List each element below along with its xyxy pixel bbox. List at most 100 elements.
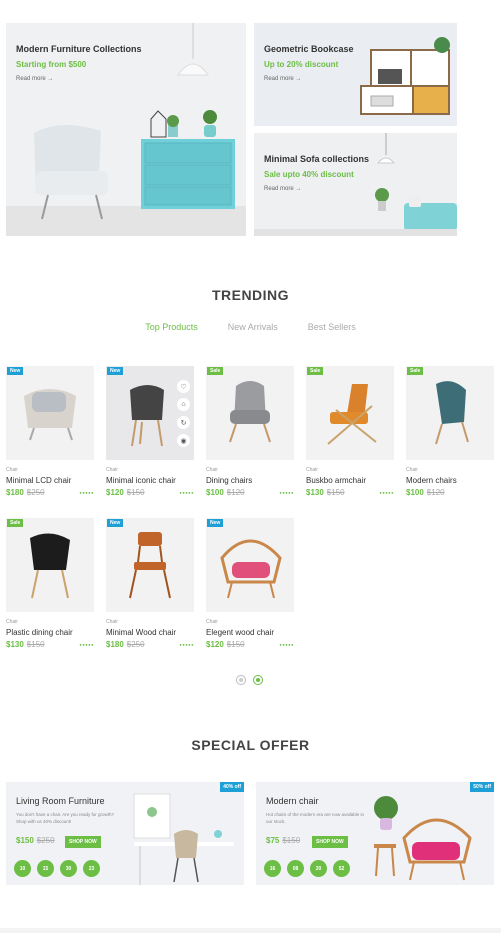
product-category: Chair — [206, 467, 218, 473]
product-price: $180 $250 ●●●●● — [106, 640, 196, 649]
product-category: Chair — [106, 467, 118, 473]
product-card[interactable]: New Chair Minimal LCD chair $180 $250 ●●… — [6, 366, 96, 497]
product-card[interactable]: Sale Chair Buskbo armchair $130 $150 ●●●… — [306, 366, 396, 497]
product-card[interactable]: Sale Chair Plastic dining chair $130 $15… — [6, 518, 96, 649]
banner-modern-furniture[interactable]: Modern Furniture Collections Starting fr… — [6, 23, 246, 236]
product-category: Chair — [106, 619, 118, 625]
price-current: $120 — [206, 640, 224, 649]
product-price: $120 $150 ●●●●● — [106, 488, 196, 497]
price-current: $75 — [266, 836, 280, 845]
product-price: $130 $150 ●●●●● — [6, 640, 96, 649]
timer-days: 10 — [14, 860, 31, 877]
product-image[interactable]: Sale — [306, 366, 394, 460]
timer-minutes: 30 — [60, 860, 77, 877]
product-name[interactable]: Minimal Wood chair — [106, 628, 196, 637]
wingback-chair-icon — [229, 381, 271, 443]
price-old: $120 — [426, 488, 445, 497]
offer-price: $75 $150 — [266, 836, 300, 845]
product-name[interactable]: Elegent wood chair — [206, 628, 296, 637]
product-card[interactable]: New Chair Elegent wood chair $120 $150 ●… — [206, 518, 296, 649]
new-badge: New — [7, 367, 24, 375]
product-card[interactable]: Sale Chair Modern chairs $100 $120 — [406, 366, 496, 497]
timer-seconds: 23 — [83, 860, 100, 877]
product-price: $120 $150 ●●●●● — [206, 640, 296, 649]
new-badge: New — [107, 519, 124, 527]
tab-top-products[interactable]: Top Products — [145, 322, 198, 332]
bookcase-illustration — [360, 37, 450, 115]
product-category: Chair — [6, 619, 18, 625]
price-current: $180 — [106, 640, 124, 649]
rating-stars-icon: ●●●●● — [179, 642, 194, 647]
rating-stars-icon: ●●●●● — [379, 490, 394, 495]
product-category: Chair — [406, 467, 418, 473]
price-current: $130 — [6, 640, 24, 649]
carousel-dot-active[interactable] — [253, 675, 263, 685]
compare-refresh-icon[interactable]: ↻ — [177, 416, 190, 429]
rating-stars-icon: ●●●●● — [79, 642, 94, 647]
sale-badge: Sale — [207, 367, 224, 375]
offer-card[interactable]: 40% off Living Room Furniture You don't … — [6, 782, 244, 885]
product-name[interactable]: Modern chairs — [406, 476, 496, 485]
price-current: $150 — [16, 836, 34, 845]
tab-best-sellers[interactable]: Best Sellers — [308, 322, 356, 332]
rating-stars-icon: ●●●●● — [279, 642, 294, 647]
carousel-pagination — [236, 675, 263, 685]
rating-stars-icon: ●●●●● — [279, 490, 294, 495]
product-image[interactable]: Sale — [406, 366, 494, 460]
price-current: $180 — [6, 488, 24, 497]
banner-geometric-bookcase[interactable]: Geometric Bookcase Up to 20% discount Re… — [254, 23, 457, 126]
product-name[interactable]: Buskbo armchair — [306, 476, 396, 485]
timer-days: 16 — [264, 860, 281, 877]
cart-icon[interactable]: ⌂ — [177, 398, 190, 411]
timer-hours: 15 — [37, 860, 54, 877]
price-old: $250 — [126, 640, 145, 649]
wishlist-heart-icon[interactable]: ♡ — [177, 380, 190, 393]
carousel-dot[interactable] — [236, 675, 246, 685]
rating-stars-icon: ●●●●● — [179, 490, 194, 495]
product-category: Chair — [306, 467, 318, 473]
trending-tabs: Top Products New Arrivals Best Sellers — [0, 322, 501, 332]
armchair-icon — [327, 384, 377, 445]
wood-chair-icon — [129, 532, 171, 599]
product-image[interactable]: New — [6, 366, 94, 460]
new-badge: New — [107, 367, 124, 375]
offer-description: Hot chairs of the modern era are now ava… — [266, 812, 365, 824]
sofa-illustration — [254, 133, 457, 236]
offer-card[interactable]: 50% off Modern chair Hot chairs of the m… — [256, 782, 494, 885]
product-name[interactable]: Minimal iconic chair — [106, 476, 196, 485]
product-card[interactable]: New Chair Minimal Wood chair $180 $250 ●… — [106, 518, 196, 649]
product-quick-actions: ♡ ⌂ ↻ ◉ — [177, 380, 190, 447]
price-old: $150 — [126, 488, 145, 497]
armchair-and-cabinet-illustration — [6, 23, 246, 236]
tab-new-arrivals[interactable]: New Arrivals — [228, 322, 278, 332]
product-image[interactable]: New — [106, 518, 194, 612]
price-old: $250 — [36, 836, 55, 845]
product-image[interactable]: Sale — [206, 366, 294, 460]
discount-badge: 40% off — [220, 782, 244, 792]
special-offer-title: SPECIAL OFFER — [191, 737, 310, 753]
quick-view-eye-icon[interactable]: ◉ — [177, 434, 190, 447]
shop-now-button[interactable]: SHOP NOW — [65, 836, 101, 848]
product-price: $180 $250 ●●●●● — [6, 488, 96, 497]
product-image[interactable]: Sale — [6, 518, 94, 612]
countdown-timer: 10 15 30 23 — [14, 860, 100, 877]
product-image[interactable]: New ♡ ⌂ ↻ ◉ — [106, 366, 194, 460]
product-name[interactable]: Dining chairs — [206, 476, 296, 485]
timer-minutes: 20 — [310, 860, 327, 877]
shop-now-button[interactable]: SHOP NOW — [312, 836, 348, 848]
product-category: Chair — [6, 467, 18, 473]
footer-divider — [0, 928, 501, 933]
banner-minimal-sofa[interactable]: Minimal Sofa collections Sale upto 40% d… — [254, 133, 457, 236]
price-old: $150 — [326, 488, 345, 497]
product-name[interactable]: Minimal LCD chair — [6, 476, 96, 485]
product-price: $100 $120 — [406, 488, 496, 497]
product-name[interactable]: Plastic dining chair — [6, 628, 96, 637]
price-current: $100 — [206, 488, 224, 497]
offer-description: You don't have a chair. Are you ready fo… — [16, 812, 115, 824]
product-image[interactable]: New — [206, 518, 294, 612]
trending-title: TRENDING — [211, 287, 290, 303]
sale-badge: Sale — [407, 367, 424, 375]
product-card[interactable]: Sale Chair Dining chairs $100 $120 ●●●●● — [206, 366, 296, 497]
product-card[interactable]: New ♡ ⌂ ↻ ◉ Chair Minimal iconic chair $… — [106, 366, 196, 497]
sale-badge: Sale — [7, 519, 24, 527]
